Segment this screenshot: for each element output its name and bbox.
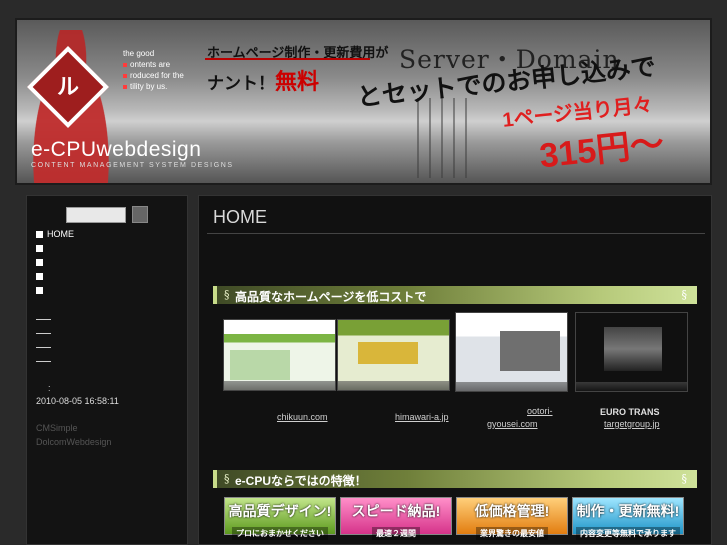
tagline-line: tility by us.	[123, 81, 203, 92]
sidebar: HOME : 2010-08-05 16:58:11 CMSimple Dolc…	[26, 195, 188, 545]
dash-link[interactable]	[36, 333, 51, 334]
brand-subtitle: CONTENT MANAGEMENT SYSTEM DESIGNS	[31, 162, 234, 169]
search-button[interactable]	[132, 206, 148, 223]
dot-icon	[123, 62, 127, 67]
feature-button-free-update[interactable]: 制作・更新無料! 内容変更等無料で承ります	[572, 497, 684, 540]
dash-link[interactable]	[36, 347, 51, 348]
section-mark-icon: §	[681, 288, 688, 301]
credit-link[interactable]: DolcomWebdesign	[36, 437, 111, 447]
brand-name[interactable]: e-CPUwebdesign	[31, 138, 201, 162]
tagline-line: ontents are	[123, 59, 203, 70]
sidebar-item[interactable]	[36, 243, 47, 253]
tagline: the good ontents are roduced for the til…	[123, 48, 203, 92]
last-modified-timestamp: 2010-08-05 16:58:11	[36, 396, 119, 406]
bullet-icon	[36, 273, 43, 280]
section-mark-icon: §	[224, 288, 230, 301]
credit-link[interactable]: CMSimple	[36, 423, 78, 433]
site-thumbnail[interactable]	[223, 319, 336, 391]
section-title: 高品質なホームページを低コストで	[235, 290, 427, 304]
dash-link[interactable]	[36, 361, 51, 362]
search-input[interactable]	[66, 207, 126, 223]
bullet-icon	[36, 259, 43, 266]
site-link[interactable]: gyousei.com	[487, 419, 538, 429]
main-content: HOME § 高品質なホームページを低コストで § chikuun.com hi…	[198, 195, 712, 545]
page-title: HOME	[213, 207, 267, 227]
logo-mark: ル	[56, 74, 79, 100]
section-title: e-CPUならではの特徴！	[235, 474, 367, 488]
feature-button-price[interactable]: 低価格管理! 業界驚きの最安値	[456, 497, 568, 540]
section-mark-icon: §	[224, 472, 230, 485]
bullet-icon	[36, 231, 43, 238]
site-thumbnail[interactable]	[575, 312, 688, 392]
sidebar-item-home[interactable]: HOME	[36, 229, 74, 239]
sidebar-item[interactable]	[36, 271, 47, 281]
site-link[interactable]: ootori-	[527, 406, 553, 416]
site-thumbnail[interactable]	[455, 312, 568, 392]
feature-button-speed[interactable]: スピード納品! 最速２週間	[340, 497, 452, 540]
separator: :	[48, 383, 51, 393]
section-header: § e-CPUならではの特徴！ §	[213, 470, 697, 488]
feature-button-quality[interactable]: 高品質デザイン! プロにおまかせください	[224, 497, 336, 540]
section-mark-icon: §	[681, 472, 688, 485]
sidebar-item[interactable]	[36, 285, 47, 295]
site-title: EURO TRANS	[600, 407, 660, 417]
site-link[interactable]: himawari-a.jp	[395, 412, 449, 422]
dot-icon	[123, 73, 127, 78]
site-link[interactable]: chikuun.com	[277, 412, 328, 422]
promo-line-2: ナント！無料	[207, 69, 320, 94]
dash-link[interactable]	[36, 319, 51, 320]
sidebar-item[interactable]	[36, 257, 47, 267]
dot-icon	[123, 84, 127, 89]
promo-underline	[205, 58, 370, 60]
site-link[interactable]: targetgroup.jp	[604, 419, 660, 429]
bullet-icon	[36, 287, 43, 294]
section-header: § 高品質なホームページを低コストで §	[213, 286, 697, 304]
site-thumbnail[interactable]	[337, 319, 450, 391]
reeds-decoration	[407, 98, 477, 178]
header-banner: ル the good ontents are roduced for the t…	[15, 18, 712, 185]
tagline-line: the good	[123, 49, 155, 58]
divider	[207, 233, 705, 234]
bullet-icon	[36, 245, 43, 252]
tagline-line: roduced for the	[123, 70, 203, 81]
